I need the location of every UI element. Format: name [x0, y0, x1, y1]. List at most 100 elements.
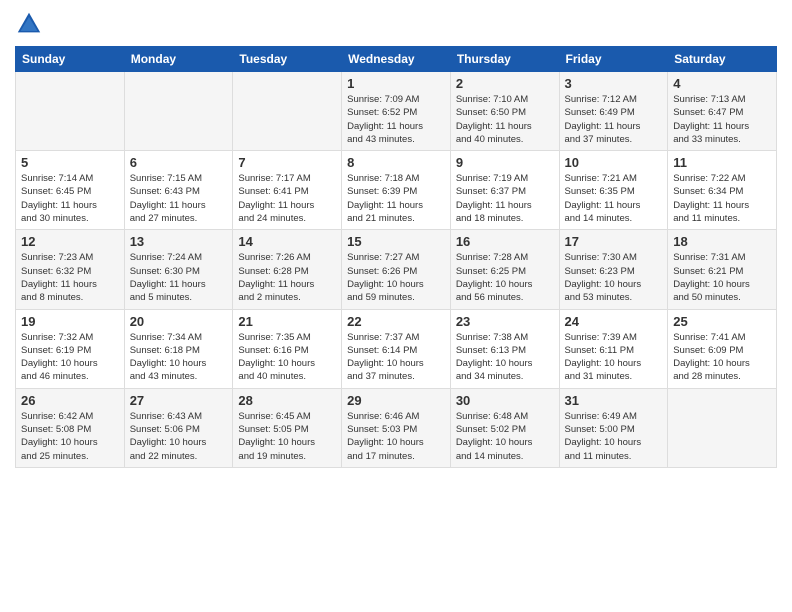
day-info: Sunrise: 7:27 AM Sunset: 6:26 PM Dayligh…: [347, 251, 445, 304]
day-info: Sunrise: 7:26 AM Sunset: 6:28 PM Dayligh…: [238, 251, 336, 304]
calendar-cell: 20 Sunrise: 7:34 AM Sunset: 6:18 PM Dayli…: [124, 309, 233, 388]
calendar-cell: 27 Sunrise: 6:43 AM Sunset: 5:06 PM Dayli…: [124, 388, 233, 467]
calendar-cell: 6 Sunrise: 7:15 AM Sunset: 6:43 PM Daylig…: [124, 151, 233, 230]
weekday-header-saturday: Saturday: [668, 47, 777, 72]
day-info: Sunrise: 6:43 AM Sunset: 5:06 PM Dayligh…: [130, 410, 228, 463]
calendar-row-2: 12Sunrise: 7:23 AM Sunset: 6:32 PM Dayli…: [16, 230, 777, 309]
calendar-cell: 16 Sunrise: 7:28 AM Sunset: 6:25 PM Dayli…: [450, 230, 559, 309]
logo: [15, 10, 47, 38]
weekday-header-tuesday: Tuesday: [233, 47, 342, 72]
calendar-row-0: 1 Sunrise: 7:09 AM Sunset: 6:52 PM Daylig…: [16, 72, 777, 151]
day-number: 21: [238, 314, 336, 329]
calendar-row-1: 5 Sunrise: 7:14 AM Sunset: 6:45 PM Daylig…: [16, 151, 777, 230]
calendar-cell: 21 Sunrise: 7:35 AM Sunset: 6:16 PM Dayli…: [233, 309, 342, 388]
day-number: 5: [21, 155, 119, 170]
day-info: Sunrise: 7:09 AM Sunset: 6:52 PM Dayligh…: [347, 93, 445, 146]
calendar-row-3: 19Sunrise: 7:32 AM Sunset: 6:19 PM Dayli…: [16, 309, 777, 388]
day-number: 13: [130, 234, 228, 249]
day-info: Sunrise: 7:18 AM Sunset: 6:39 PM Dayligh…: [347, 172, 445, 225]
day-info: Sunrise: 7:28 AM Sunset: 6:25 PM Dayligh…: [456, 251, 554, 304]
calendar-cell: 2 Sunrise: 7:10 AM Sunset: 6:50 PM Daylig…: [450, 72, 559, 151]
day-number: 8: [347, 155, 445, 170]
calendar-cell: 5 Sunrise: 7:14 AM Sunset: 6:45 PM Daylig…: [16, 151, 125, 230]
calendar-cell: 15Sunrise: 7:27 AM Sunset: 6:26 PM Dayli…: [342, 230, 451, 309]
day-info: Sunrise: 7:37 AM Sunset: 6:14 PM Dayligh…: [347, 331, 445, 384]
calendar-cell: 1 Sunrise: 7:09 AM Sunset: 6:52 PM Daylig…: [342, 72, 451, 151]
calendar-cell: 8 Sunrise: 7:18 AM Sunset: 6:39 PM Daylig…: [342, 151, 451, 230]
day-number: 24: [565, 314, 663, 329]
day-info: Sunrise: 7:23 AM Sunset: 6:32 PM Dayligh…: [21, 251, 119, 304]
calendar-cell: 17 Sunrise: 7:30 AM Sunset: 6:23 PM Dayli…: [559, 230, 668, 309]
calendar-cell: 23 Sunrise: 7:38 AM Sunset: 6:13 PM Dayli…: [450, 309, 559, 388]
day-info: Sunrise: 7:14 AM Sunset: 6:45 PM Dayligh…: [21, 172, 119, 225]
day-number: 22: [347, 314, 445, 329]
day-info: Sunrise: 7:15 AM Sunset: 6:43 PM Dayligh…: [130, 172, 228, 225]
day-info: Sunrise: 7:10 AM Sunset: 6:50 PM Dayligh…: [456, 93, 554, 146]
day-number: 30: [456, 393, 554, 408]
header: [15, 10, 777, 38]
day-info: Sunrise: 7:35 AM Sunset: 6:16 PM Dayligh…: [238, 331, 336, 384]
day-number: 18: [673, 234, 771, 249]
day-number: 9: [456, 155, 554, 170]
calendar-cell: 19Sunrise: 7:32 AM Sunset: 6:19 PM Dayli…: [16, 309, 125, 388]
day-info: Sunrise: 7:21 AM Sunset: 6:35 PM Dayligh…: [565, 172, 663, 225]
weekday-header-wednesday: Wednesday: [342, 47, 451, 72]
day-number: 1: [347, 76, 445, 91]
day-info: Sunrise: 7:13 AM Sunset: 6:47 PM Dayligh…: [673, 93, 771, 146]
calendar-cell: [124, 72, 233, 151]
calendar-cell: 13 Sunrise: 7:24 AM Sunset: 6:30 PM Dayli…: [124, 230, 233, 309]
day-info: Sunrise: 6:49 AM Sunset: 5:00 PM Dayligh…: [565, 410, 663, 463]
calendar-cell: [16, 72, 125, 151]
day-info: Sunrise: 6:42 AM Sunset: 5:08 PM Dayligh…: [21, 410, 119, 463]
day-info: Sunrise: 7:32 AM Sunset: 6:19 PM Dayligh…: [21, 331, 119, 384]
day-number: 26: [21, 393, 119, 408]
day-number: 31: [565, 393, 663, 408]
day-info: Sunrise: 7:24 AM Sunset: 6:30 PM Dayligh…: [130, 251, 228, 304]
day-number: 7: [238, 155, 336, 170]
day-number: 29: [347, 393, 445, 408]
day-number: 3: [565, 76, 663, 91]
day-info: Sunrise: 7:17 AM Sunset: 6:41 PM Dayligh…: [238, 172, 336, 225]
calendar-cell: 11 Sunrise: 7:22 AM Sunset: 6:34 PM Dayli…: [668, 151, 777, 230]
day-info: Sunrise: 7:39 AM Sunset: 6:11 PM Dayligh…: [565, 331, 663, 384]
day-number: 17: [565, 234, 663, 249]
day-number: 10: [565, 155, 663, 170]
day-info: Sunrise: 6:46 AM Sunset: 5:03 PM Dayligh…: [347, 410, 445, 463]
calendar-cell: 22 Sunrise: 7:37 AM Sunset: 6:14 PM Dayli…: [342, 309, 451, 388]
logo-icon: [15, 10, 43, 38]
calendar-cell: 4 Sunrise: 7:13 AM Sunset: 6:47 PM Daylig…: [668, 72, 777, 151]
day-info: Sunrise: 6:45 AM Sunset: 5:05 PM Dayligh…: [238, 410, 336, 463]
day-number: 28: [238, 393, 336, 408]
day-info: Sunrise: 6:48 AM Sunset: 5:02 PM Dayligh…: [456, 410, 554, 463]
calendar-row-4: 26 Sunrise: 6:42 AM Sunset: 5:08 PM Dayli…: [16, 388, 777, 467]
day-number: 11: [673, 155, 771, 170]
calendar-cell: 25Sunrise: 7:41 AM Sunset: 6:09 PM Dayli…: [668, 309, 777, 388]
day-info: Sunrise: 7:12 AM Sunset: 6:49 PM Dayligh…: [565, 93, 663, 146]
day-number: 14: [238, 234, 336, 249]
calendar-cell: 3 Sunrise: 7:12 AM Sunset: 6:49 PM Daylig…: [559, 72, 668, 151]
day-info: Sunrise: 7:38 AM Sunset: 6:13 PM Dayligh…: [456, 331, 554, 384]
calendar-cell: 7 Sunrise: 7:17 AM Sunset: 6:41 PM Daylig…: [233, 151, 342, 230]
calendar-cell: 14 Sunrise: 7:26 AM Sunset: 6:28 PM Dayli…: [233, 230, 342, 309]
calendar-cell: 12Sunrise: 7:23 AM Sunset: 6:32 PM Dayli…: [16, 230, 125, 309]
weekday-header-friday: Friday: [559, 47, 668, 72]
weekday-header-monday: Monday: [124, 47, 233, 72]
day-number: 2: [456, 76, 554, 91]
day-number: 16: [456, 234, 554, 249]
weekday-header-row: SundayMondayTuesdayWednesdayThursdayFrid…: [16, 47, 777, 72]
page: SundayMondayTuesdayWednesdayThursdayFrid…: [0, 0, 792, 612]
calendar-table: SundayMondayTuesdayWednesdayThursdayFrid…: [15, 46, 777, 468]
day-number: 4: [673, 76, 771, 91]
day-info: Sunrise: 7:22 AM Sunset: 6:34 PM Dayligh…: [673, 172, 771, 225]
day-number: 27: [130, 393, 228, 408]
day-number: 20: [130, 314, 228, 329]
calendar-cell: [668, 388, 777, 467]
day-number: 25: [673, 314, 771, 329]
day-info: Sunrise: 7:19 AM Sunset: 6:37 PM Dayligh…: [456, 172, 554, 225]
day-number: 6: [130, 155, 228, 170]
day-info: Sunrise: 7:30 AM Sunset: 6:23 PM Dayligh…: [565, 251, 663, 304]
day-info: Sunrise: 7:34 AM Sunset: 6:18 PM Dayligh…: [130, 331, 228, 384]
day-number: 23: [456, 314, 554, 329]
weekday-header-sunday: Sunday: [16, 47, 125, 72]
calendar-cell: 26 Sunrise: 6:42 AM Sunset: 5:08 PM Dayli…: [16, 388, 125, 467]
